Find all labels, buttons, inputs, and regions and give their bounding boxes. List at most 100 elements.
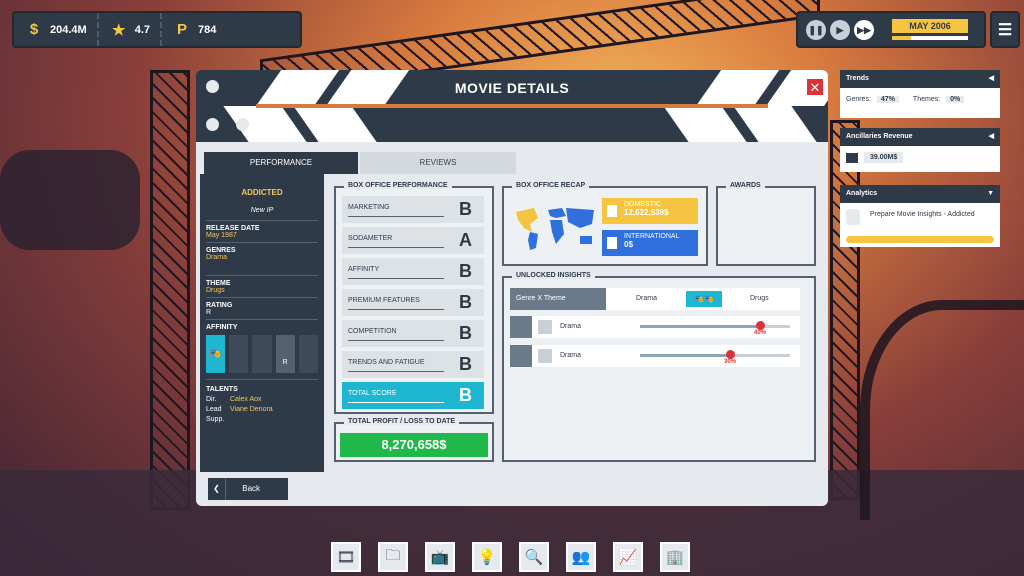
performance-row: TOTAL SCORE B bbox=[342, 382, 484, 409]
date-display: MAY 2006 bbox=[892, 19, 968, 40]
domestic-value: 12,622,539$ bbox=[624, 208, 669, 217]
pause-button[interactable]: ❚❚ bbox=[806, 19, 826, 40]
profit-header: TOTAL PROFIT / LOSS TO DATE bbox=[344, 418, 460, 425]
tab-performance[interactable]: PERFORMANCE bbox=[204, 152, 358, 174]
money-value: 204.4M bbox=[50, 23, 87, 36]
genres-trend-label: Genres: bbox=[846, 96, 871, 103]
film-icon bbox=[607, 237, 617, 249]
lead-value: Viane Denora bbox=[230, 406, 273, 413]
collapse-icon[interactable]: ◀ bbox=[989, 128, 994, 146]
clapperboard-header: MOVIE DETAILS ✕ bbox=[196, 70, 828, 142]
performance-row: AFFINITY B bbox=[342, 258, 484, 285]
play-button[interactable]: ▶ bbox=[830, 19, 850, 40]
insight-label: Drama bbox=[560, 323, 582, 330]
performance-label: TRENDS AND FATIGUE bbox=[348, 359, 425, 366]
film-reel-button[interactable]: 🎞 bbox=[331, 542, 361, 572]
analytics-progress bbox=[846, 236, 994, 243]
affinity-label: AFFINITY bbox=[206, 324, 238, 331]
insight-combo-row: Genre X Theme Drama 🎭🎭 Drugs bbox=[510, 288, 800, 310]
rail-track bbox=[860, 300, 1024, 520]
staff-button[interactable]: 👥 bbox=[566, 542, 596, 572]
collapse-icon[interactable]: ◀ bbox=[989, 70, 994, 88]
domestic-card: DOMESTIC 12,622,539$ bbox=[602, 198, 698, 224]
performance-label: PREMIUM FEATURES bbox=[348, 297, 420, 304]
ancillaries-panel: Ancillaries Revenue ◀ 39.00M$ bbox=[840, 128, 1000, 172]
robot-icon bbox=[846, 209, 860, 225]
studio-button[interactable]: 🏢 bbox=[660, 542, 690, 572]
masks-icon bbox=[538, 320, 552, 334]
lead-label: Lead bbox=[206, 406, 222, 413]
marker-icon bbox=[756, 321, 765, 330]
performance-label: MARKETING bbox=[348, 204, 390, 211]
back-button[interactable]: ❮ Back bbox=[208, 478, 288, 500]
lightbulb-button[interactable]: 💡 bbox=[472, 542, 502, 572]
divider bbox=[348, 309, 444, 310]
performance-row: TRENDS AND FATIGUE B bbox=[342, 351, 484, 378]
world-map-icon bbox=[516, 208, 594, 250]
insight-type-icon bbox=[510, 316, 532, 338]
theme-label: THEME bbox=[206, 280, 231, 287]
themes-trend-value: 0% bbox=[946, 96, 965, 103]
fast-forward-button[interactable]: ▶▶ bbox=[854, 19, 874, 40]
rating-value: 4.7 bbox=[134, 23, 150, 36]
recap-header: BOX OFFICE RECAP bbox=[512, 182, 590, 189]
trends-title: Trends bbox=[846, 75, 869, 82]
unlocked-insights: UNLOCKED INSIGHTS Genre X Theme Drama 🎭🎭… bbox=[502, 272, 816, 462]
stats-button[interactable]: 📈 bbox=[613, 542, 643, 572]
director-value: Calex Aox bbox=[230, 396, 262, 403]
rating-value: R bbox=[206, 309, 212, 316]
month-progress bbox=[892, 36, 968, 40]
affinity-slots: 🎭 R bbox=[206, 335, 319, 373]
movie-title: ADDICTED bbox=[241, 188, 283, 197]
rating-slot: R bbox=[275, 335, 295, 373]
box-office-performance: BOX OFFICE PERFORMANCE MARKETING B SODAMET… bbox=[334, 182, 494, 414]
grade-letter: B bbox=[459, 385, 472, 405]
date-value: MAY 2006 bbox=[892, 19, 968, 33]
director-label: Dir. bbox=[206, 396, 217, 403]
stage-truss bbox=[150, 70, 190, 510]
points-icon: P bbox=[176, 21, 187, 38]
collapse-icon[interactable]: ▼ bbox=[987, 185, 994, 203]
divider bbox=[348, 247, 444, 248]
film-icon bbox=[607, 205, 617, 217]
divider bbox=[348, 340, 444, 341]
performance-row: SODAMETER A bbox=[342, 227, 484, 254]
money-icon: $ bbox=[29, 21, 39, 38]
analytics-title: Analytics bbox=[846, 190, 878, 197]
tab-reviews[interactable]: REVIEWS bbox=[360, 152, 516, 174]
divider bbox=[348, 278, 444, 279]
masks-icon: 🎭🎭 bbox=[686, 291, 722, 307]
folder-button[interactable]: 🗀 bbox=[378, 542, 408, 572]
grade-letter: B bbox=[459, 354, 472, 374]
genres-label: GENRES bbox=[206, 247, 236, 254]
performance-label: SODAMETER bbox=[348, 235, 393, 242]
genre-label: Drama bbox=[636, 295, 658, 302]
ip-status: New IP bbox=[250, 207, 274, 214]
trends-panel: Trends ◀ Genres: 47% Themes: 0% bbox=[840, 70, 1000, 118]
profit-value: 8,270,658$ bbox=[340, 433, 488, 457]
search-button[interactable]: 🔍 bbox=[519, 542, 549, 572]
insight-percent: 40% bbox=[754, 330, 767, 336]
genres-trend-value: 47% bbox=[876, 96, 899, 103]
masks-icon: 🎭 bbox=[206, 335, 226, 373]
main-menu-button[interactable]: ☰ bbox=[990, 11, 1020, 48]
insight-fill bbox=[640, 354, 730, 357]
talents-label: TALENTS bbox=[206, 386, 238, 393]
ancillaries-value: 39.00M$ bbox=[864, 152, 904, 163]
performance-row: COMPETITION B bbox=[342, 320, 484, 347]
international-label: INTERNATIONAL bbox=[624, 233, 680, 240]
international-card: INTERNATIONAL 0$ bbox=[602, 230, 698, 256]
performance-label: TOTAL SCORE bbox=[348, 390, 397, 397]
genres-value: Drama bbox=[206, 254, 228, 261]
close-button[interactable]: ✕ bbox=[806, 78, 824, 96]
resource-bar: $204.4M ★ 4.7 P 784 bbox=[12, 11, 302, 48]
tv-button[interactable]: 📺 bbox=[425, 542, 455, 572]
insight-row: Drama 30% bbox=[510, 345, 800, 367]
grade-letter: B bbox=[459, 199, 472, 219]
insight-fill bbox=[640, 325, 760, 328]
time-controls: ❚❚ ▶ ▶▶ MAY 2006 bbox=[796, 11, 986, 48]
combo-label: Genre X Theme bbox=[510, 288, 606, 310]
masks-icon bbox=[538, 349, 552, 363]
back-label: Back bbox=[242, 484, 261, 493]
performance-label: AFFINITY bbox=[348, 266, 380, 273]
